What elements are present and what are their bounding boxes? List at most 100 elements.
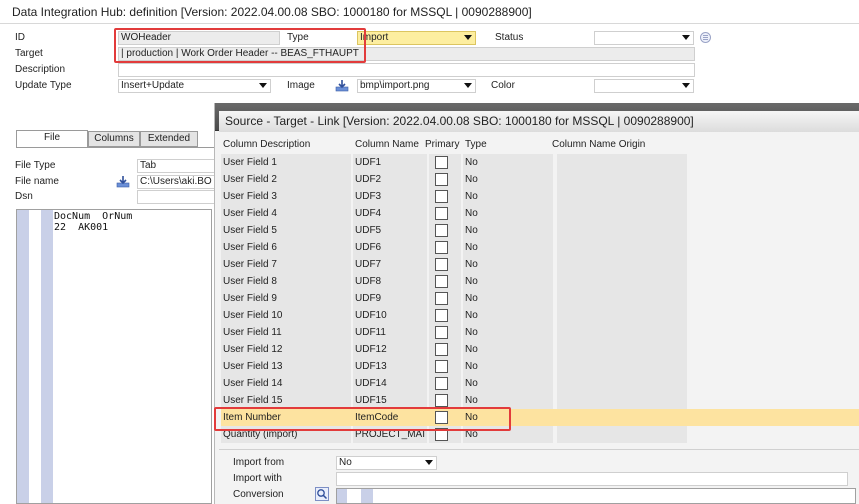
cell-type: No — [465, 361, 478, 372]
chevron-down-icon — [682, 83, 690, 88]
table-row[interactable]: User Field 8 UDF8 No — [221, 273, 859, 290]
cell-background — [557, 341, 687, 358]
status-select[interactable] — [594, 31, 694, 45]
cell-background — [557, 188, 687, 205]
cell-type: No — [465, 191, 478, 202]
conversion-editor[interactable] — [336, 488, 856, 504]
cell-background — [557, 307, 687, 324]
conversion-label: Conversion — [233, 489, 284, 500]
primary-checkbox[interactable] — [435, 173, 448, 186]
primary-checkbox[interactable] — [435, 224, 448, 237]
cell-column-name: UDF10 — [355, 310, 387, 321]
import-with-field[interactable] — [336, 472, 848, 486]
table-row[interactable]: User Field 11 UDF11 No — [221, 324, 859, 341]
tab-file[interactable]: File — [16, 130, 88, 148]
cell-type: No — [465, 276, 478, 287]
color-select[interactable] — [594, 79, 694, 93]
chevron-down-icon — [464, 35, 472, 40]
table-row[interactable]: User Field 3 UDF3 No — [221, 188, 859, 205]
cell-column-description: User Field 7 — [223, 259, 277, 270]
cell-column-description: User Field 1 — [223, 157, 277, 168]
image-select[interactable]: bmp\import.png — [357, 79, 476, 93]
cell-background — [557, 426, 687, 443]
cell-type: No — [465, 242, 478, 253]
primary-checkbox[interactable] — [435, 207, 448, 220]
cell-column-description: User Field 2 — [223, 174, 277, 185]
conversion-search-icon[interactable] — [315, 487, 329, 501]
cell-type: No — [465, 225, 478, 236]
chevron-down-icon — [259, 83, 267, 88]
col-header-type[interactable]: Type — [465, 136, 487, 154]
col-header-name[interactable]: Column Name — [355, 136, 419, 154]
chevron-down-icon — [425, 460, 433, 465]
table-row[interactable]: User Field 2 UDF2 No — [221, 171, 859, 188]
dsn-label: Dsn — [15, 191, 33, 202]
primary-checkbox[interactable] — [435, 190, 448, 203]
file-preview-pane[interactable]: DocNum OrNum 22 AK001 — [16, 209, 212, 504]
col-header-origin[interactable]: Column Name Origin — [552, 136, 645, 154]
cell-column-name: UDF3 — [355, 191, 382, 202]
primary-checkbox[interactable] — [435, 258, 448, 271]
table-row[interactable]: User Field 5 UDF5 No — [221, 222, 859, 239]
primary-checkbox[interactable] — [435, 394, 448, 407]
import-from-select[interactable]: No — [336, 456, 437, 470]
cell-background — [557, 273, 687, 290]
cell-type: No — [465, 327, 478, 338]
cell-background — [557, 392, 687, 409]
cell-column-description: User Field 14 — [223, 378, 283, 389]
cell-background — [557, 154, 687, 171]
status-info-icon[interactable] — [700, 32, 711, 43]
table-row[interactable]: User Field 6 UDF6 No — [221, 239, 859, 256]
table-row[interactable]: User Field 9 UDF9 No — [221, 290, 859, 307]
col-header-description[interactable]: Column Description — [223, 136, 310, 154]
primary-checkbox[interactable] — [435, 377, 448, 390]
browse-image-icon[interactable] — [335, 79, 349, 92]
dsn-field[interactable] — [137, 190, 214, 204]
primary-checkbox[interactable] — [435, 241, 448, 254]
cell-column-name: UDF12 — [355, 344, 387, 355]
table-row[interactable]: User Field 7 UDF7 No — [221, 256, 859, 273]
table-row[interactable]: User Field 13 UDF13 No — [221, 358, 859, 375]
cell-type: No — [465, 378, 478, 389]
item-number-highlight — [214, 407, 511, 431]
primary-checkbox[interactable] — [435, 326, 448, 339]
description-label: Description — [15, 64, 66, 75]
update-type-select[interactable]: Insert+Update — [118, 79, 271, 93]
update-type-value: Insert+Update — [121, 80, 185, 91]
color-label: Color — [491, 80, 515, 91]
cell-column-description: User Field 6 — [223, 242, 277, 253]
import-from-value: No — [339, 457, 352, 468]
primary-checkbox[interactable] — [435, 360, 448, 373]
cell-background — [557, 358, 687, 375]
cell-background — [557, 205, 687, 222]
cell-background — [557, 290, 687, 307]
table-row[interactable]: User Field 10 UDF10 No — [221, 307, 859, 324]
type-select[interactable]: Import — [357, 31, 476, 45]
target-label: Target — [15, 48, 43, 59]
tab-columns[interactable]: Columns — [88, 131, 140, 147]
cell-column-description: User Field 9 — [223, 293, 277, 304]
table-row[interactable]: User Field 12 UDF12 No — [221, 341, 859, 358]
file-preview-text: DocNum OrNum 22 AK001 — [54, 211, 133, 233]
primary-checkbox[interactable] — [435, 275, 448, 288]
table-row[interactable]: User Field 1 UDF1 No — [221, 154, 859, 171]
primary-checkbox[interactable] — [435, 343, 448, 356]
cell-column-name: UDF13 — [355, 361, 387, 372]
file-name-field[interactable]: C:\Users\aki.BO — [137, 175, 214, 189]
file-type-field[interactable]: Tab — [137, 159, 214, 173]
cell-type: No — [465, 293, 478, 304]
link-panel: Source - Target - Link [Version: 2022.04… — [214, 103, 859, 504]
update-type-label: Update Type — [15, 80, 72, 91]
cell-column-description: User Field 4 — [223, 208, 277, 219]
primary-checkbox[interactable] — [435, 156, 448, 169]
table-row[interactable]: User Field 14 UDF14 No — [221, 375, 859, 392]
browse-file-icon[interactable] — [116, 175, 130, 188]
cell-type: No — [465, 157, 478, 168]
description-field[interactable] — [118, 63, 695, 77]
table-row[interactable]: User Field 4 UDF4 No — [221, 205, 859, 222]
primary-checkbox[interactable] — [435, 292, 448, 305]
tab-extended[interactable]: Extended — [140, 131, 198, 147]
primary-checkbox[interactable] — [435, 309, 448, 322]
cell-column-description: User Field 8 — [223, 276, 277, 287]
col-header-primary[interactable]: Primary — [425, 136, 459, 154]
